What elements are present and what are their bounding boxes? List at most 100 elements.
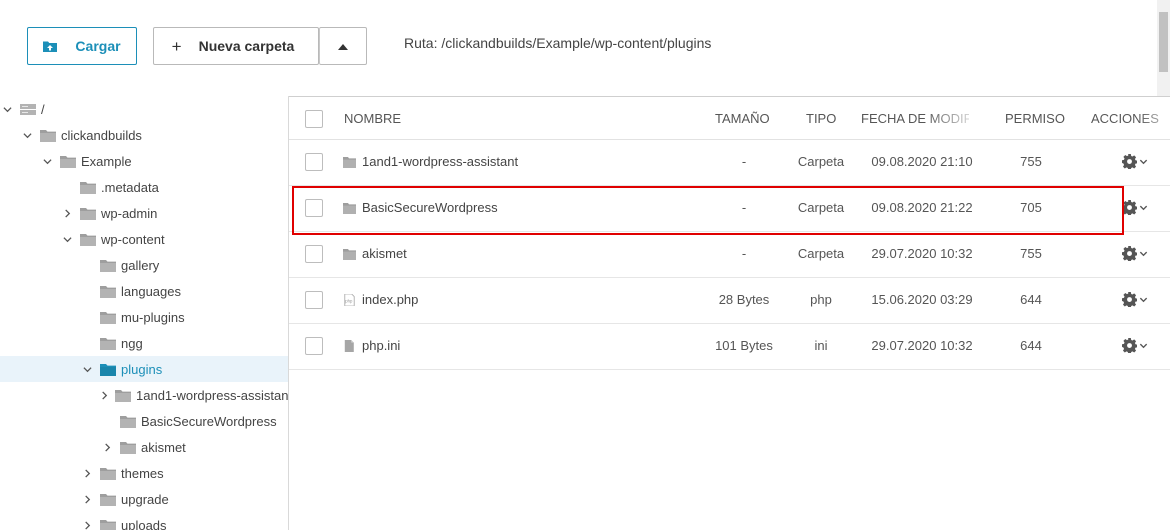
header-size[interactable]: TAMAÑO [715,111,770,126]
tree-node[interactable]: ngg [0,330,288,356]
actions-menu-button[interactable] [1122,338,1148,353]
tree-node-label: uploads [121,517,167,530]
row-checkbox[interactable] [305,245,323,263]
file-type: Carpeta [797,154,845,169]
tree-node[interactable]: mu-plugins [0,304,288,330]
actions-menu-button[interactable] [1122,246,1148,261]
current-path: Ruta: /clickandbuilds/Example/wp-content… [404,35,712,51]
tree-node[interactable]: BasicSecureWordpress [0,408,288,434]
chevron-right-icon[interactable] [80,492,94,506]
chevron-down-icon[interactable] [1139,249,1148,258]
scrollbar-thumb[interactable] [1159,12,1168,72]
tree-node-label: akismet [141,439,186,455]
page-scrollbar[interactable] [1157,0,1170,96]
file-name[interactable]: akismet [343,246,407,261]
tree-node[interactable]: wp-content [0,226,288,252]
tree-node[interactable]: .metadata [0,174,288,200]
row-checkbox[interactable] [305,153,323,171]
file-permission: 644 [1020,292,1042,307]
file-type: Carpeta [797,246,845,261]
file-name[interactable]: BasicSecureWordpress [343,200,498,215]
row-checkbox[interactable] [305,337,323,355]
file-type: Carpeta [797,200,845,215]
row-checkbox[interactable] [305,291,323,309]
chevron-down-icon[interactable] [20,128,34,142]
upload-folder-icon [43,41,58,52]
header-type[interactable]: TIPO [806,111,836,126]
actions-menu-button[interactable] [1122,154,1148,169]
select-all-checkbox[interactable] [305,110,323,128]
folder-icon [60,155,76,168]
tree-node[interactable]: languages [0,278,288,304]
tree-node-label: ngg [121,335,143,351]
folder-icon [80,233,96,246]
gear-icon[interactable] [1122,338,1137,353]
chevron-right-icon[interactable] [80,518,94,530]
actions-menu-button[interactable] [1122,200,1148,215]
tree-node-label: languages [121,283,181,299]
file-name[interactable]: php.ini [343,338,400,353]
tree-node[interactable]: uploads [0,512,288,530]
table-row[interactable]: akismet - Carpeta 29.07.2020 10:32 755 [289,232,1170,278]
chevron-down-icon[interactable] [1139,203,1148,212]
row-checkbox[interactable] [305,199,323,217]
tree-node[interactable]: upgrade [0,486,288,512]
table-row[interactable]: BasicSecureWordpress - Carpeta 09.08.2020 2… [289,186,1170,232]
folder-icon [80,181,96,194]
chevron-down-icon[interactable] [1139,157,1148,166]
plus-icon: + [171,36,182,56]
chevron-down-icon[interactable] [0,102,14,116]
tree-node[interactable]: themes [0,460,288,486]
tree-node[interactable]: Example [0,148,288,174]
file-date: 15.06.2020 03:29 [871,292,973,307]
chevron-down-icon[interactable] [60,232,74,246]
gear-icon[interactable] [1122,246,1137,261]
upload-button[interactable]: Cargar [27,27,137,65]
tree-node-label: Example [81,153,132,169]
folder-icon [343,156,362,168]
folder-open-icon [100,363,116,376]
php-file-icon: php [343,293,362,306]
header-date[interactable]: FECHA DE MODIF [861,111,969,126]
header-name[interactable]: NOMBRE [344,111,401,126]
tree-node[interactable]: 1and1-wordpress-assistant [0,382,288,408]
gear-icon[interactable] [1122,154,1137,169]
gear-icon[interactable] [1122,200,1137,215]
chevron-right-icon[interactable] [60,206,74,220]
file-name[interactable]: php index.php [343,292,418,307]
chevron-down-icon[interactable] [80,362,94,376]
upload-toggle-button[interactable] [319,27,367,65]
chevron-down-icon[interactable] [40,154,54,168]
tree-node[interactable]: clickandbuilds [0,122,288,148]
actions-menu-button[interactable] [1122,292,1148,307]
header-permission[interactable]: PERMISO [1005,111,1065,126]
chevron-down-icon[interactable] [1139,341,1148,350]
table-row[interactable]: php.ini 101 Bytes ini 29.07.2020 10:32 644 [289,324,1170,370]
tree-node-label: themes [121,465,164,481]
tree-node[interactable]: / [0,96,288,122]
file-name[interactable]: 1and1-wordpress-assistant [343,154,518,169]
table-row[interactable]: php index.php 28 Bytes php 15.06.2020 03:29 6… [289,278,1170,324]
table-row[interactable]: 1and1-wordpress-assistant - Carpeta 09.08.2… [289,140,1170,186]
chevron-right-icon[interactable] [80,466,94,480]
tree-node[interactable]: plugins [0,356,288,382]
chevron-right-icon[interactable] [100,440,114,454]
file-name-label: 1and1-wordpress-assistant [362,154,519,169]
chevron-down-icon[interactable] [1139,295,1148,304]
file-size: - [741,154,747,169]
file-icon [343,339,362,352]
tree-node[interactable]: akismet [0,434,288,460]
new-folder-button-label: Nueva carpeta [198,38,295,54]
server-icon [20,103,36,116]
folder-icon [343,202,362,214]
new-folder-button[interactable]: + Nueva carpeta [153,27,319,65]
folder-icon [80,207,96,220]
tree-node[interactable]: gallery [0,252,288,278]
gear-icon[interactable] [1122,292,1137,307]
tree-node[interactable]: wp-admin [0,200,288,226]
chevron-right-icon[interactable] [100,388,109,402]
tree-node-label: BasicSecureWordpress [141,413,277,429]
file-type: ini [814,338,828,353]
